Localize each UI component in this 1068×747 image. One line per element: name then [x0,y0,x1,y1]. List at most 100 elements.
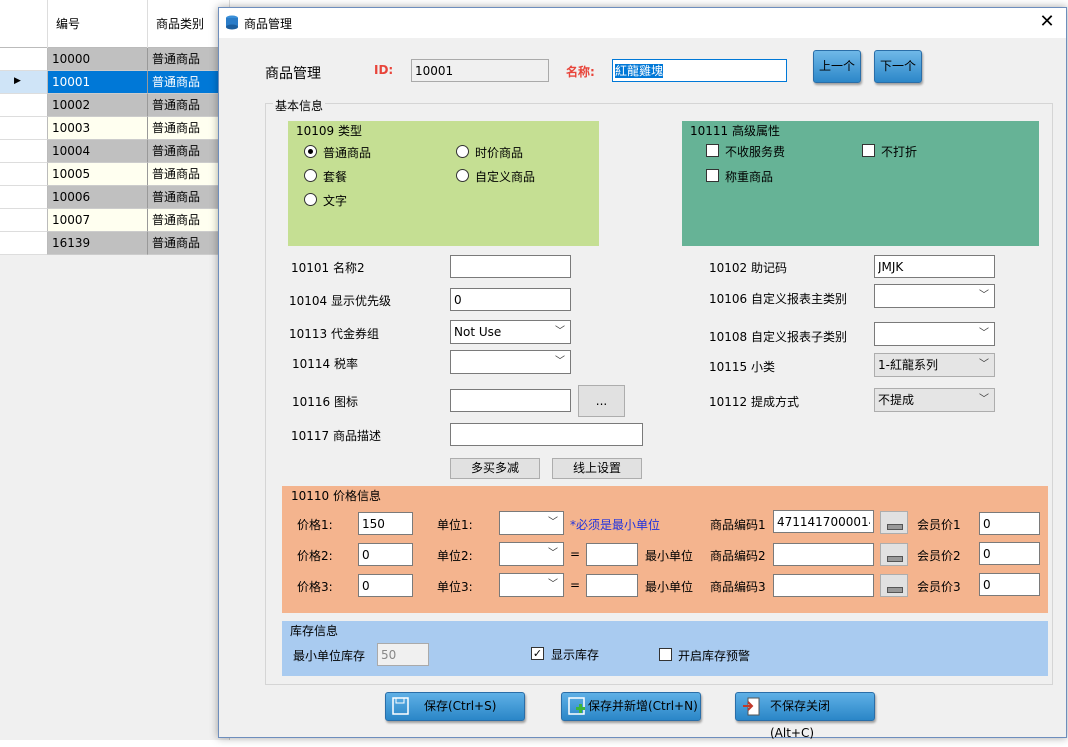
stock-panel-title: 库存信息 [290,624,339,638]
chevron-down-icon: ﹀ [979,394,989,405]
checkbox-no-discount[interactable] [862,144,875,157]
report-main-label: 10106 自定义报表主类别 [709,292,847,306]
id-field[interactable] [411,59,549,82]
radio-market-price[interactable] [456,145,469,158]
icon-field[interactable] [450,389,571,412]
chevron-down-icon: ﹀ [979,328,989,339]
scan-icon[interactable] [880,543,908,566]
save-button[interactable]: 保存(Ctrl+S) [385,692,525,721]
type-panel-title: 10109 类型 [296,124,362,138]
dialog-title: 商品管理 [244,17,293,31]
member-price2-field[interactable] [979,542,1040,565]
grid-row-header-corner [0,0,48,48]
voucher-dropdown[interactable]: Not Use ﹀ [450,320,571,344]
min-stock-field[interactable] [377,643,429,666]
report-sub-dropdown[interactable]: ﹀ [874,322,995,346]
priority-label: 10104 显示优先级 [289,294,391,308]
min-unit-note: *必须是最小单位 [570,518,661,532]
mnemonic-field[interactable] [874,255,995,278]
unit3-ratio-field[interactable] [586,574,638,597]
unit2-ratio-field[interactable] [586,543,638,566]
radio-normal[interactable] [304,145,317,158]
chevron-down-icon: ﹀ [555,326,565,337]
priority-field[interactable] [450,288,571,311]
subclass-label: 10115 小类 [709,360,775,374]
advanced-panel-title: 10111 高级属性 [690,124,780,138]
table-row[interactable]: ▶ 10001 普通商品 [0,71,230,94]
table-row[interactable]: 10003 普通商品 [0,117,230,140]
table-row[interactable]: 10006 普通商品 [0,186,230,209]
price-panel: 10110 价格信息 价格1: 单位1: ﹀ *必须是最小单位 商品编码1 会员… [282,486,1048,613]
table-row[interactable]: 16139 普通商品 [0,232,230,255]
commission-dropdown[interactable]: 不提成 ﹀ [874,388,995,412]
type-panel: 10109 类型 普通商品 时价商品 套餐 自定义商品 文字 [288,121,599,246]
code2-field[interactable] [773,543,874,566]
checkbox-no-service-fee[interactable] [706,144,719,157]
scan-icon[interactable] [880,574,908,597]
desc-field[interactable] [450,423,643,446]
chevron-down-icon: ﹀ [548,517,558,528]
close-without-save-button[interactable]: 不保存关闭(Alt+C) [735,692,875,740]
table-row[interactable]: 10005 普通商品 [0,163,230,186]
product-dialog: 商品管理 ✕ 商品管理 ID: 名称: 紅龍雞塊 上一个 下一个 基本信息 10… [218,7,1067,740]
prev-button[interactable]: 上一个 [813,50,861,83]
price-panel-title: 10110 价格信息 [291,489,381,503]
unit3-dropdown[interactable]: ﹀ [499,573,564,597]
voucher-label: 10113 代金券组 [289,327,379,341]
basic-info-label: 基本信息 [273,97,326,114]
radio-text[interactable] [304,193,317,206]
current-row-arrow-icon: ▶ [0,71,48,94]
report-main-dropdown[interactable]: ﹀ [874,284,995,308]
advanced-panel: 10111 高级属性 不收服务费 不打折 称重商品 [682,121,1039,246]
table-row[interactable]: 10004 普通商品 [0,140,230,163]
price3-field[interactable] [358,574,413,597]
code3-field[interactable] [773,574,874,597]
stock-panel: 库存信息 最小单位库存 ✓ 显示库存 开启库存预警 [282,621,1048,676]
checkbox-show-stock[interactable]: ✓ [531,647,544,660]
page-title: 商品管理 [265,66,321,82]
chevron-down-icon: ﹀ [979,359,989,370]
tax-dropdown[interactable]: ﹀ [450,350,571,374]
id-label: ID: [374,63,394,77]
desc-label: 10117 商品描述 [291,429,381,443]
price1-field[interactable] [358,512,413,535]
name2-field[interactable] [450,255,571,278]
dialog-titlebar[interactable]: 商品管理 ✕ [219,8,1066,38]
online-settings-button[interactable]: 线上设置 [552,458,642,479]
exit-icon [743,697,760,716]
next-button[interactable]: 下一个 [874,50,922,83]
tax-label: 10114 税率 [292,357,358,371]
table-row[interactable]: 10002 普通商品 [0,94,230,117]
icon-label: 10116 图标 [292,395,358,409]
chevron-down-icon: ﹀ [979,290,989,301]
table-row[interactable]: 10007 普通商品 [0,209,230,232]
mnemonic-label: 10102 助记码 [709,261,787,275]
member-price3-field[interactable] [979,573,1040,596]
table-row[interactable]: 10000 普通商品 [0,48,230,71]
close-icon[interactable]: ✕ [1036,11,1058,33]
radio-combo[interactable] [304,169,317,182]
scan-icon[interactable] [880,511,908,534]
member-price1-field[interactable] [979,512,1040,535]
code1-field[interactable] [773,510,874,533]
radio-custom[interactable] [456,169,469,182]
checkbox-weighed[interactable] [706,169,719,182]
name2-label: 10101 名称2 [291,261,365,275]
multi-buy-button[interactable]: 多买多减 [450,458,540,479]
save-add-icon [568,697,585,715]
report-sub-label: 10108 自定义报表子类别 [709,330,847,344]
chevron-down-icon: ﹀ [548,548,558,559]
price2-field[interactable] [358,543,413,566]
grid-header: 编号 商品类别 [0,0,230,48]
unit1-dropdown[interactable]: ﹀ [499,511,564,535]
browse-button[interactable]: ... [578,385,625,417]
unit2-dropdown[interactable]: ﹀ [499,542,564,566]
grid-header-id[interactable]: 编号 [48,0,148,48]
save-icon [392,697,409,715]
name-field[interactable]: 紅龍雞塊 [612,59,787,82]
subclass-dropdown[interactable]: 1-紅龍系列 ﹀ [874,353,995,377]
product-grid: 编号 商品类别 10000 普通商品 ▶ 10001 普通商品 10002 普通商品 1… [0,0,230,740]
checkbox-stock-alert[interactable] [659,648,672,661]
save-and-new-button[interactable]: 保存并新增(Ctrl+N) [561,692,701,721]
app-icon [226,15,238,30]
